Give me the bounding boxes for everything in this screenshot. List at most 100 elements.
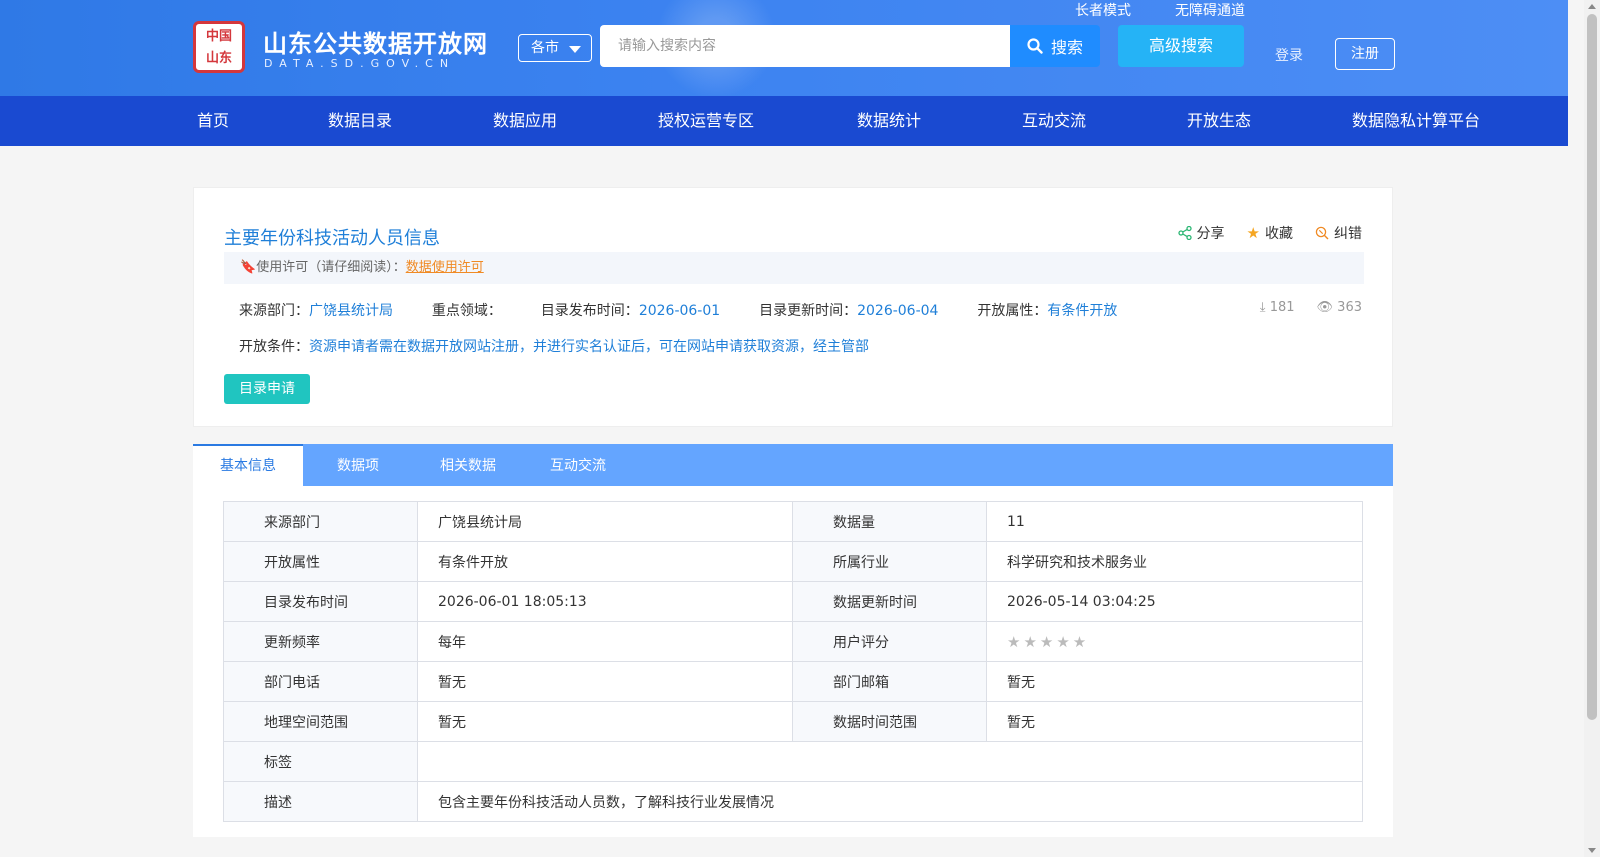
domain-label: 重点领域： (431, 303, 502, 319)
elder-mode-link[interactable]: 长者模式 (1075, 0, 1131, 20)
info-key: 目录发布时间 (223, 581, 418, 622)
city-select[interactable]: 各市 (518, 34, 592, 62)
info-value: 暂无 (417, 701, 793, 742)
basic-info-panel: 来源部门 广饶县统计局 数据量 11 开放属性 有条件开放 所属行业 科学研究和… (193, 486, 1393, 837)
dataset-title: 主要年份科技活动人员信息 (224, 228, 440, 249)
rating-stars-icon[interactable]: ★★★★★ (1007, 633, 1089, 651)
info-value: 2026-05-14 03:04:25 (986, 581, 1363, 622)
catalog-apply-button[interactable]: 目录申请 (224, 374, 310, 404)
tab-basic-info[interactable]: 基本信息 (193, 444, 303, 486)
search-button[interactable]: 搜索 (1010, 25, 1100, 67)
nav-item-apps[interactable]: 数据应用 (493, 96, 557, 146)
info-value: 有条件开放 (417, 541, 793, 582)
site-title[interactable]: 山东公共数据开放网 (263, 24, 488, 59)
main-nav: 首页 数据目录 数据应用 授权运营专区 数据统计 互动交流 开放生态 数据隐私计… (0, 96, 1568, 146)
nav-item-ecosystem[interactable]: 开放生态 (1187, 96, 1251, 146)
advanced-search-button[interactable]: 高级搜索 (1118, 25, 1244, 67)
search-input[interactable] (600, 25, 1010, 67)
info-value: 广饶县统计局 (417, 501, 793, 542)
download-stat: ⤓ 181 (1260, 300, 1295, 315)
open-label: 开放属性： (977, 303, 1048, 319)
report-error-button[interactable]: 纠错 (1315, 223, 1362, 243)
scroll-down-icon[interactable] (1588, 848, 1596, 853)
nav-item-catalog[interactable]: 数据目录 (328, 96, 392, 146)
view-stat: 👁 363 (1317, 300, 1362, 315)
info-value: 11 (986, 501, 1363, 542)
license-link[interactable]: 数据使用许可 (406, 260, 484, 275)
info-key: 所属行业 (792, 541, 987, 582)
info-value: 2026-06-01 18:05:13 (417, 581, 793, 622)
favorite-button[interactable]: ★ 收藏 (1247, 223, 1293, 243)
scroll-thumb[interactable] (1587, 14, 1597, 720)
info-key: 地理空间范围 (223, 701, 418, 742)
tab-data-items[interactable]: 数据项 (303, 444, 413, 486)
accessibility-link[interactable]: 无障碍通道 (1175, 0, 1245, 20)
update-value: 2026-06-04 (857, 303, 939, 319)
info-key: 数据更新时间 (792, 581, 987, 622)
detail-tabs: 基本信息 数据项 相关数据 互动交流 (193, 444, 1393, 486)
tab-interaction[interactable]: 互动交流 (523, 444, 633, 486)
info-key: 部门邮箱 (792, 661, 987, 702)
share-button[interactable]: 分享 (1177, 223, 1225, 243)
basic-info-table: 来源部门 广饶县统计局 数据量 11 开放属性 有条件开放 所属行业 科学研究和… (223, 501, 1363, 822)
tab-related-data[interactable]: 相关数据 (413, 444, 523, 486)
search-icon (1027, 38, 1043, 54)
license-label: 使用许可（请仔细阅读）： (256, 260, 406, 275)
update-label: 目录更新时间： (759, 303, 858, 319)
site-header: 中国 山东 山东公共数据开放网 DATA.SD.GOV.CN 各市 搜索 高级搜… (0, 0, 1568, 96)
table-row: 部门电话 暂无 部门邮箱 暂无 (223, 661, 1363, 702)
info-value: 暂无 (417, 661, 793, 702)
tags-key: 标签 (223, 741, 418, 782)
table-row: 标签 (223, 741, 1363, 782)
search-button-label: 搜索 (1050, 38, 1083, 57)
info-value: 科学研究和技术服务业 (986, 541, 1363, 582)
info-key: 部门电话 (223, 661, 418, 702)
bookmark-icon: 🔖 (240, 260, 257, 275)
scroll-up-icon[interactable] (1588, 4, 1596, 9)
share-icon (1177, 226, 1192, 240)
tags-value (417, 741, 1363, 782)
report-error-label: 纠错 (1334, 226, 1362, 242)
source-value[interactable]: 广饶县统计局 (309, 303, 393, 319)
register-button[interactable]: 注册 (1335, 38, 1395, 70)
page-scrollbar[interactable] (1584, 0, 1600, 857)
source-label: 来源部门： (239, 303, 309, 319)
download-icon: ⤓ (1259, 300, 1266, 315)
star-icon: ★ (1246, 224, 1260, 242)
dataset-actions: 分享 ★ 收藏 纠错 (1177, 223, 1362, 243)
info-value: 每年 (417, 621, 793, 662)
nav-item-statistics[interactable]: 数据统计 (857, 96, 921, 146)
license-bar: 🔖使用许可（请仔细阅读）：数据使用许可 (224, 252, 1364, 284)
logo-seal-icon[interactable]: 中国 山东 (193, 21, 245, 73)
info-key: 来源部门 (223, 501, 418, 542)
dataset-card: 主要年份科技活动人员信息 分享 ★ 收藏 纠错 🔖使用许可（请仔细阅读）：数据使… (193, 187, 1393, 427)
open-value: 有条件开放 (1047, 303, 1118, 319)
city-select-label: 各市 (531, 40, 559, 56)
nav-item-privacy-platform[interactable]: 数据隐私计算平台 (1352, 96, 1480, 146)
table-row: 地理空间范围 暂无 数据时间范围 暂无 (223, 701, 1363, 742)
condition-value: 资源申请者需在数据开放网站注册，并进行实名认证后，可在网站申请获取资源，经主管部 (309, 339, 869, 355)
logo-seal-line: 山东 (205, 51, 232, 66)
table-row: 更新频率 每年 用户评分 ★★★★★ (223, 621, 1363, 662)
info-key: 更新频率 (223, 621, 418, 662)
user-rating[interactable]: ★★★★★ (986, 621, 1363, 662)
info-key: 数据时间范围 (792, 701, 987, 742)
description-value: 包含主要年份科技活动人员数，了解科技行业发展情况 (417, 781, 1363, 822)
publish-label: 目录发布时间： (540, 303, 639, 319)
site-domain: DATA.SD.GOV.CN (264, 57, 456, 70)
login-link[interactable]: 登录 (1275, 45, 1303, 65)
dataset-meta: 来源部门：广饶县统计局 重点领域： 目录发布时间：2026-06-01 目录更新… (239, 300, 1117, 320)
table-row: 目录发布时间 2026-06-01 18:05:13 数据更新时间 2026-0… (223, 581, 1363, 622)
open-condition: 开放条件：资源申请者需在数据开放网站注册，并进行实名认证后，可在网站申请获取资源… (239, 336, 869, 356)
nav-item-home[interactable]: 首页 (197, 96, 229, 146)
info-value: 暂无 (986, 701, 1363, 742)
report-error-icon (1315, 226, 1329, 240)
table-row: 来源部门 广饶县统计局 数据量 11 (223, 501, 1363, 542)
condition-label: 开放条件： (239, 339, 309, 355)
dataset-stats: ⤓ 181 👁 363 (1260, 300, 1362, 315)
nav-item-authorized-ops[interactable]: 授权运营专区 (658, 96, 754, 146)
description-key: 描述 (223, 781, 418, 822)
nav-item-interaction[interactable]: 互动交流 (1022, 96, 1086, 146)
table-row: 开放属性 有条件开放 所属行业 科学研究和技术服务业 (223, 541, 1363, 582)
favorite-label: 收藏 (1265, 226, 1293, 242)
